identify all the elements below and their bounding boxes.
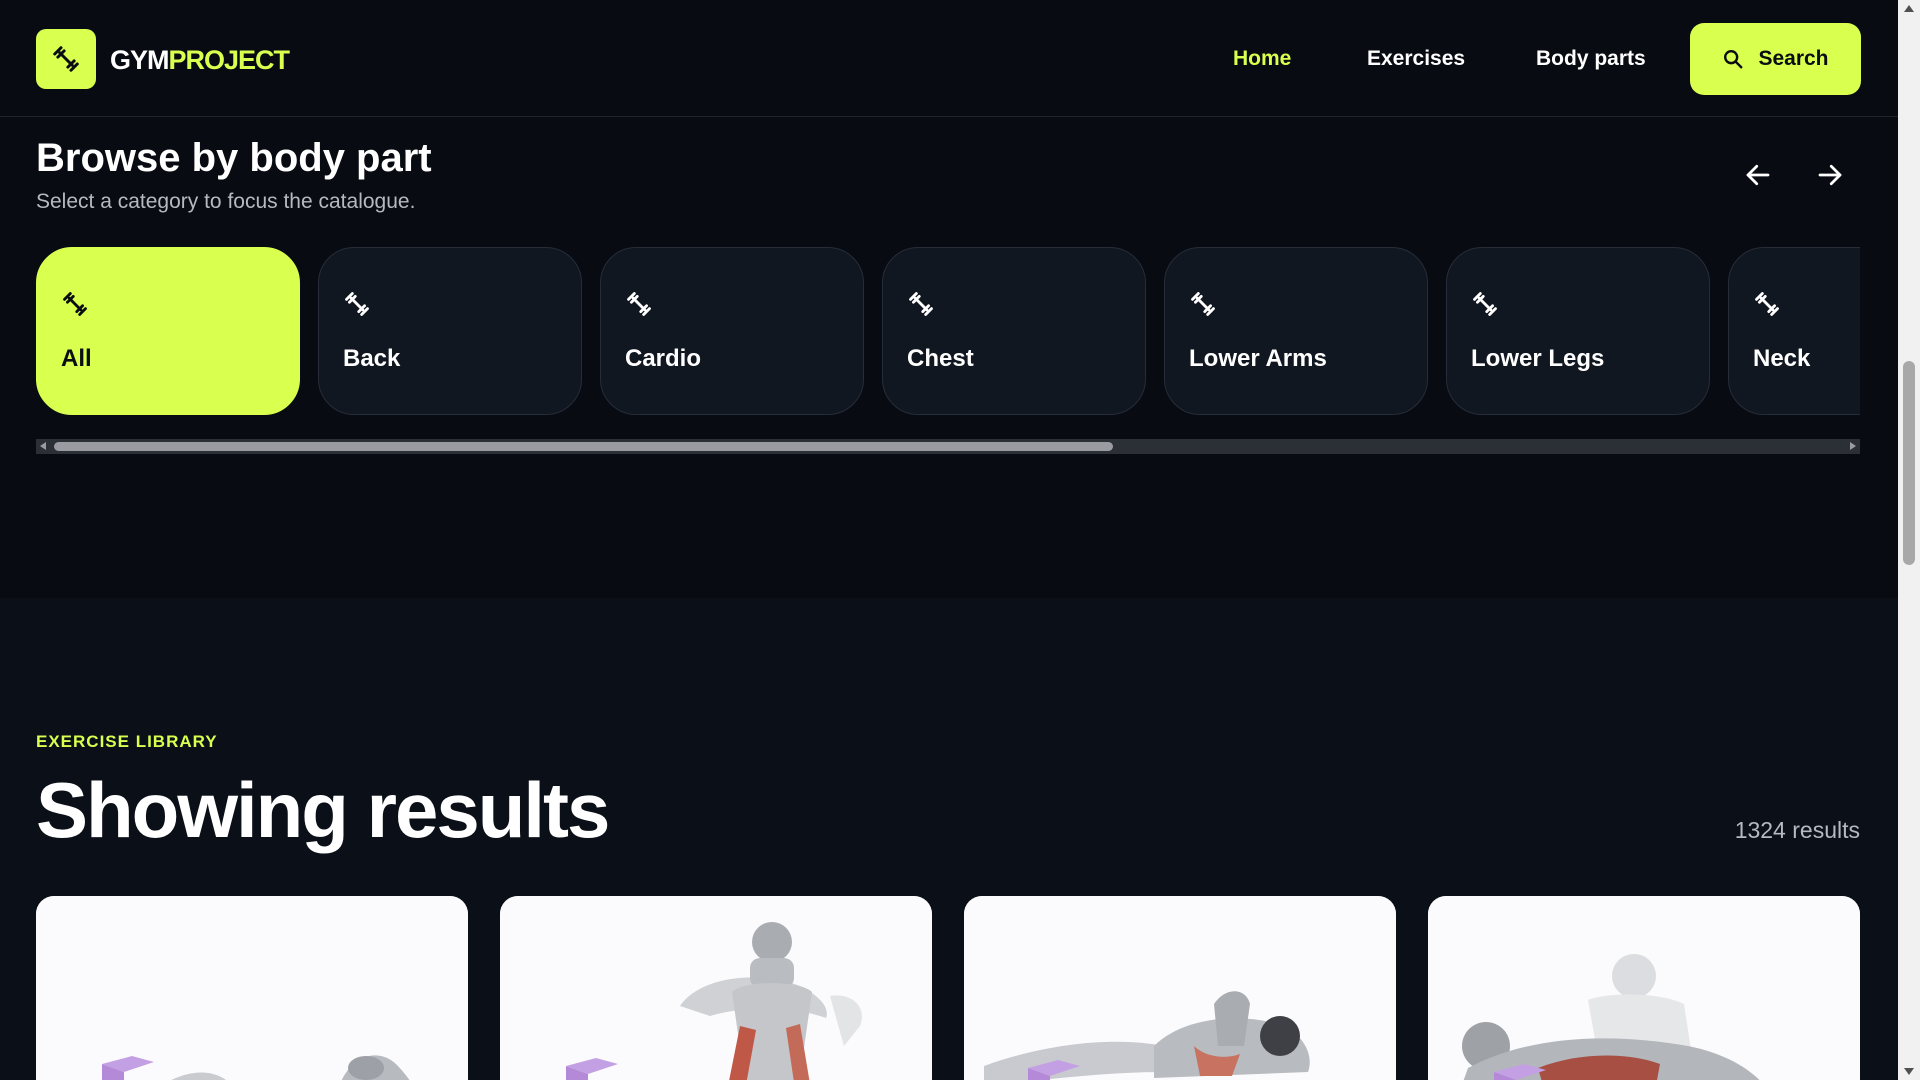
arrow-right-icon — [1818, 164, 1842, 186]
results-title: Showing results — [36, 766, 610, 854]
category-card-cardio[interactable]: Cardio — [600, 247, 864, 415]
category-label: All — [61, 345, 92, 372]
exercise-illustration — [500, 896, 932, 1080]
page-scrollbar-thumb[interactable] — [1903, 361, 1915, 565]
body-part-carousel: All Back Cardio Chest Lower Arms Lower L… — [36, 247, 1860, 415]
nav-home-link[interactable]: Home — [1233, 46, 1291, 72]
category-label: Cardio — [625, 345, 702, 372]
exercise-illustration — [36, 896, 468, 1080]
search-button[interactable]: Search — [1690, 23, 1861, 95]
carousel-prev-button[interactable] — [1740, 157, 1776, 193]
page: GYMPROJECT Home Exercises Body parts Sea… — [0, 0, 1898, 1080]
nav-body-parts-link[interactable]: Body parts — [1536, 46, 1646, 72]
dumbbell-icon — [1473, 292, 1497, 316]
browse-section-subtitle: Select a category to focus the catalogue… — [36, 190, 416, 213]
exercise-card[interactable] — [1428, 896, 1860, 1080]
search-button-label: Search — [1758, 47, 1829, 70]
exercise-card[interactable] — [500, 896, 932, 1080]
dumbbell-icon — [627, 292, 651, 316]
dumbbell-icon — [909, 292, 933, 316]
exercise-illustration — [1428, 896, 1860, 1080]
dumbbell-icon — [345, 292, 369, 316]
category-card-lower-legs[interactable]: Lower Legs — [1446, 247, 1710, 415]
search-icon — [1724, 50, 1743, 69]
scrollbar-thumb[interactable] — [54, 442, 1113, 451]
category-label: Lower Legs — [1471, 345, 1605, 372]
category-card-chest[interactable]: Chest — [882, 247, 1146, 415]
top-navbar: GYMPROJECT Home Exercises Body parts Sea… — [0, 0, 1898, 117]
exercise-illustration — [964, 896, 1396, 1080]
category-label: Lower Arms — [1189, 345, 1327, 372]
category-card-all[interactable]: All — [36, 247, 300, 415]
dumbbell-icon — [53, 46, 79, 72]
brand-part-1: GYM — [110, 45, 170, 75]
nav-exercises-link[interactable]: Exercises — [1367, 46, 1465, 72]
page-scrollbar[interactable] — [1898, 0, 1920, 1080]
exercise-card[interactable] — [964, 896, 1396, 1080]
scroll-right-arrow[interactable] — [1850, 442, 1856, 450]
dumbbell-icon — [1755, 292, 1779, 316]
exercise-library-section: EXERCISE LIBRARY Showing results 1324 re… — [0, 598, 1898, 1080]
category-label: Back — [343, 345, 401, 372]
logo-badge[interactable] — [36, 29, 96, 89]
dumbbell-icon — [63, 292, 87, 316]
section-eyebrow: EXERCISE LIBRARY — [36, 732, 218, 751]
scroll-down-arrow[interactable] — [1904, 1068, 1914, 1075]
category-card-neck[interactable]: Neck — [1728, 247, 1860, 415]
results-count: 1324 results — [1734, 817, 1860, 843]
brand-wordmark[interactable]: GYMPROJECT — [110, 44, 291, 76]
carousel-next-button[interactable] — [1812, 157, 1848, 193]
carousel-scrollbar[interactable] — [36, 439, 1860, 454]
category-card-lower-arms[interactable]: Lower Arms — [1164, 247, 1428, 415]
dumbbell-icon — [1191, 292, 1215, 316]
scroll-up-arrow[interactable] — [1904, 5, 1914, 12]
category-card-back[interactable]: Back — [318, 247, 582, 415]
category-label: Chest — [907, 345, 974, 372]
brand-part-2: PROJECT — [168, 45, 291, 75]
exercise-card[interactable] — [36, 896, 468, 1080]
browse-section-title: Browse by body part — [36, 136, 432, 180]
category-label: Neck — [1753, 345, 1811, 372]
arrow-left-icon — [1746, 164, 1770, 186]
scroll-left-arrow[interactable] — [40, 442, 46, 450]
